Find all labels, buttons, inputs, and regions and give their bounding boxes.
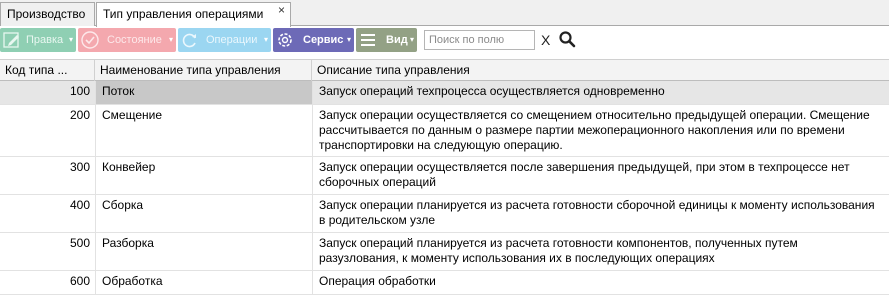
- cell-code: 600: [69, 274, 90, 288]
- check-circle-icon: [81, 31, 99, 49]
- state-button[interactable]: Состояние ▾: [78, 28, 176, 52]
- cell-code: 200: [69, 108, 90, 122]
- table-row[interactable]: 200 Смещение Запуск операции осуществляе…: [0, 105, 889, 157]
- view-button-label: Вид: [386, 34, 408, 46]
- cell-name: Разборка: [95, 233, 312, 270]
- tab-production[interactable]: Производство: [0, 2, 95, 26]
- state-button-label: Состояние: [107, 34, 162, 46]
- operation-control-type-table: Код типа ... Наименование типа управлени…: [0, 59, 889, 307]
- operations-button-label: Операции: [206, 34, 258, 46]
- cell-code: 300: [69, 160, 90, 174]
- table-row[interactable]: 400 Сборка Запуск операции планируется и…: [0, 195, 889, 233]
- pencil-icon: [3, 32, 19, 48]
- gear-icon: [278, 33, 292, 47]
- table-row[interactable]: 300 Конвейер Запуск операции осуществляе…: [0, 157, 889, 195]
- cell-description: Операция обработки: [312, 271, 889, 294]
- cell-name: Поток: [95, 81, 312, 104]
- edit-button-label: Правка: [26, 34, 64, 46]
- state-dropdown-caret-icon: ▾: [168, 35, 173, 44]
- cell-code: 400: [69, 198, 90, 212]
- cell-name: Конвейер: [95, 157, 312, 194]
- table-row[interactable]: 100 Поток Запуск операций техпроцесса ос…: [0, 81, 889, 105]
- service-button[interactable]: Сервис ▾: [273, 28, 354, 52]
- operations-dropdown-caret-icon: ▾: [263, 35, 268, 44]
- view-dropdown-caret-icon: ▾: [409, 35, 414, 44]
- column-header-code[interactable]: Код типа ...: [0, 60, 95, 81]
- cell-description: Запуск операции планируется из расчета г…: [312, 195, 889, 232]
- clear-search-icon[interactable]: X: [541, 32, 550, 48]
- cell-code: 500: [69, 236, 90, 250]
- service-button-label: Сервис: [303, 34, 344, 46]
- search-icon[interactable]: [558, 30, 576, 48]
- cell-name: Смещение: [95, 105, 312, 156]
- service-dropdown-caret-icon: ▾: [346, 35, 351, 44]
- edit-button[interactable]: Правка ▾: [0, 28, 76, 52]
- cell-name: Обработка: [95, 271, 312, 294]
- operations-button[interactable]: Операции ▾: [178, 28, 271, 52]
- view-button[interactable]: Вид ▾: [356, 28, 417, 52]
- cell-description: Запуск операции осуществляется со смещен…: [312, 105, 889, 156]
- search-input[interactable]: [424, 30, 535, 50]
- edit-dropdown-caret-icon: ▾: [68, 35, 73, 44]
- toolbar: Правка ▾ Состояние ▾ Операции ▾ Сервис ▾: [0, 27, 889, 57]
- cell-description: Запуск операции осуществляется после зав…: [312, 157, 889, 194]
- cell-description: Запуск операций планируется из расчета г…: [312, 233, 889, 270]
- cell-code: 100: [69, 84, 90, 98]
- tab-operation-control-type-label: Тип управления операциями: [103, 7, 264, 21]
- refresh-icon: [182, 33, 196, 48]
- table-row[interactable]: 500 Разборка Запуск операций планируется…: [0, 233, 889, 271]
- tab-bar: Производство Тип управления операциями ×: [0, 0, 889, 27]
- cell-name: Сборка: [95, 195, 312, 232]
- column-header-description[interactable]: Описание типа управления: [312, 60, 889, 81]
- table-row[interactable]: 600 Обработка Операция обработки: [0, 271, 889, 295]
- cell-description: Запуск операций техпроцесса осуществляет…: [312, 81, 889, 104]
- tab-operation-control-type[interactable]: Тип управления операциями ×: [96, 2, 291, 27]
- column-header-name[interactable]: Наименование типа управления: [95, 60, 312, 81]
- list-view-icon: [361, 34, 375, 46]
- table-header: Код типа ... Наименование типа управлени…: [0, 59, 889, 81]
- tab-close-icon[interactable]: ×: [278, 3, 285, 17]
- tab-production-label: Производство: [7, 7, 86, 21]
